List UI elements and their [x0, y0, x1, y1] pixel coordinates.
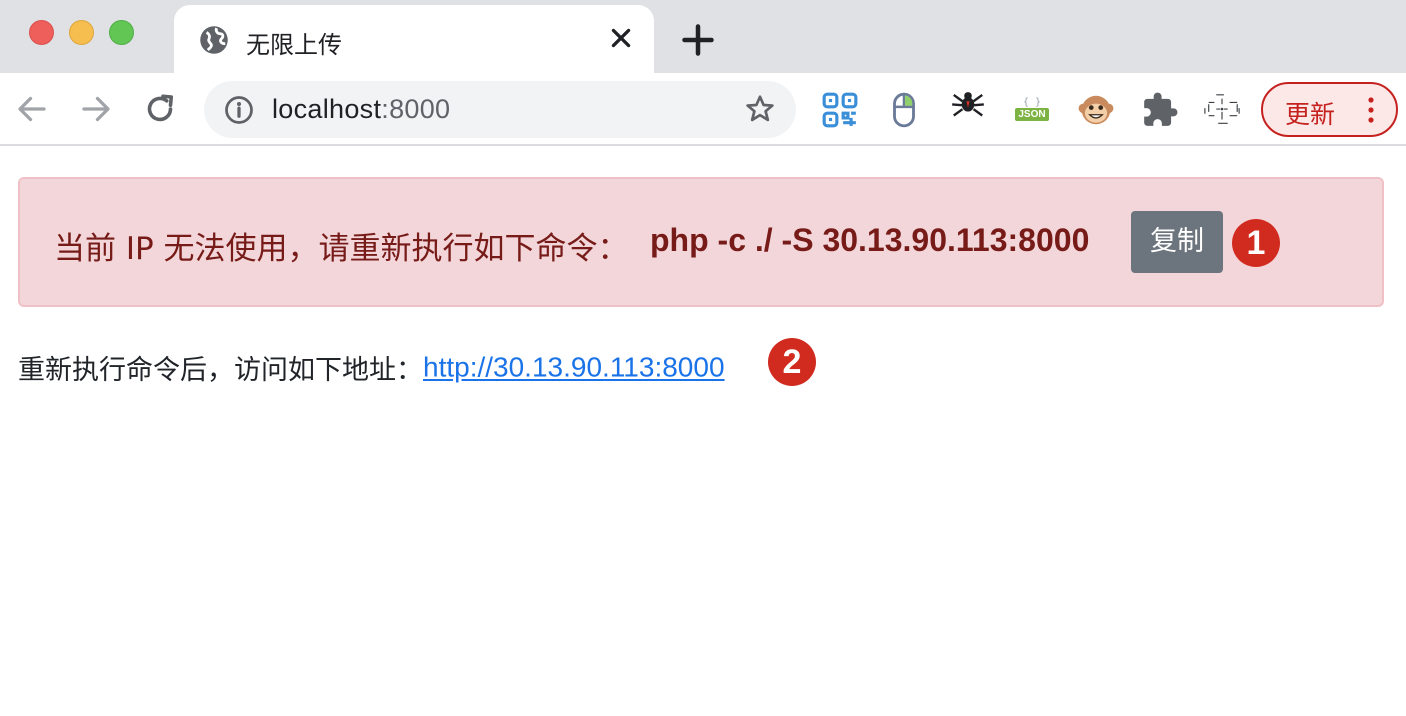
error-alert: 当前 IP 无法使用，请重新执行如下命令： php -c ./ -S 30.13… [18, 177, 1384, 307]
zoom-window-button[interactable] [109, 20, 134, 45]
bookmark-star-icon[interactable] [744, 93, 776, 125]
result-text: 重新执行命令后，访问如下地址： [18, 355, 423, 386]
update-label: 更新 [1285, 100, 1336, 129]
json-label: JSON [1018, 109, 1046, 120]
copy-button[interactable]: 复制 [1131, 211, 1223, 273]
json-icon[interactable]: { } JSON [1013, 91, 1051, 129]
qr-code-icon[interactable] [821, 91, 859, 129]
url-text: localhost:8000 [272, 94, 450, 125]
url-port: :8000 [381, 94, 451, 124]
new-tab-icon[interactable] [680, 22, 716, 58]
alert-message: 当前 IP 无法使用，请重新执行如下命令： [54, 231, 629, 267]
close-tab-icon[interactable] [608, 25, 634, 51]
minimize-window-button[interactable] [69, 20, 94, 45]
monkey-icon[interactable] [1077, 91, 1115, 129]
forward-icon[interactable] [78, 91, 114, 127]
step-marker-1: 1 [1232, 219, 1280, 267]
step-marker-2: 2 [768, 338, 816, 386]
globe-icon [200, 26, 228, 54]
browser-toolbar: localhost:8000 关闭 { } JSON [0, 73, 1406, 210]
active-tab[interactable]: 无限上传 [174, 5, 654, 73]
back-icon[interactable] [14, 91, 50, 127]
tab-title: 无限上传 [246, 31, 342, 59]
dotted-frame-icon[interactable] [1203, 91, 1241, 129]
mouse-icon[interactable] [885, 91, 923, 129]
svg-text:{ }: { } [1023, 97, 1041, 108]
result-link[interactable]: http://30.13.90.113:8000 [423, 352, 725, 383]
tab-strip: 无限上传 [0, 0, 1406, 73]
reload-icon[interactable] [142, 91, 178, 127]
update-button[interactable]: 更新 [1261, 82, 1398, 137]
close-window-button[interactable] [29, 20, 54, 45]
site-info-icon[interactable] [224, 95, 254, 125]
address-bar[interactable]: localhost:8000 [204, 81, 796, 138]
alert-command: php -c ./ -S 30.13.90.113:8000 [650, 222, 1090, 258]
spider-icon[interactable] [949, 87, 987, 125]
result-line: 重新执行命令后，访问如下地址：http://30.13.90.113:8000 [18, 348, 725, 387]
more-menu-icon[interactable] [1363, 95, 1379, 125]
puzzle-icon[interactable] [1141, 91, 1179, 129]
url-host: localhost [272, 94, 382, 124]
